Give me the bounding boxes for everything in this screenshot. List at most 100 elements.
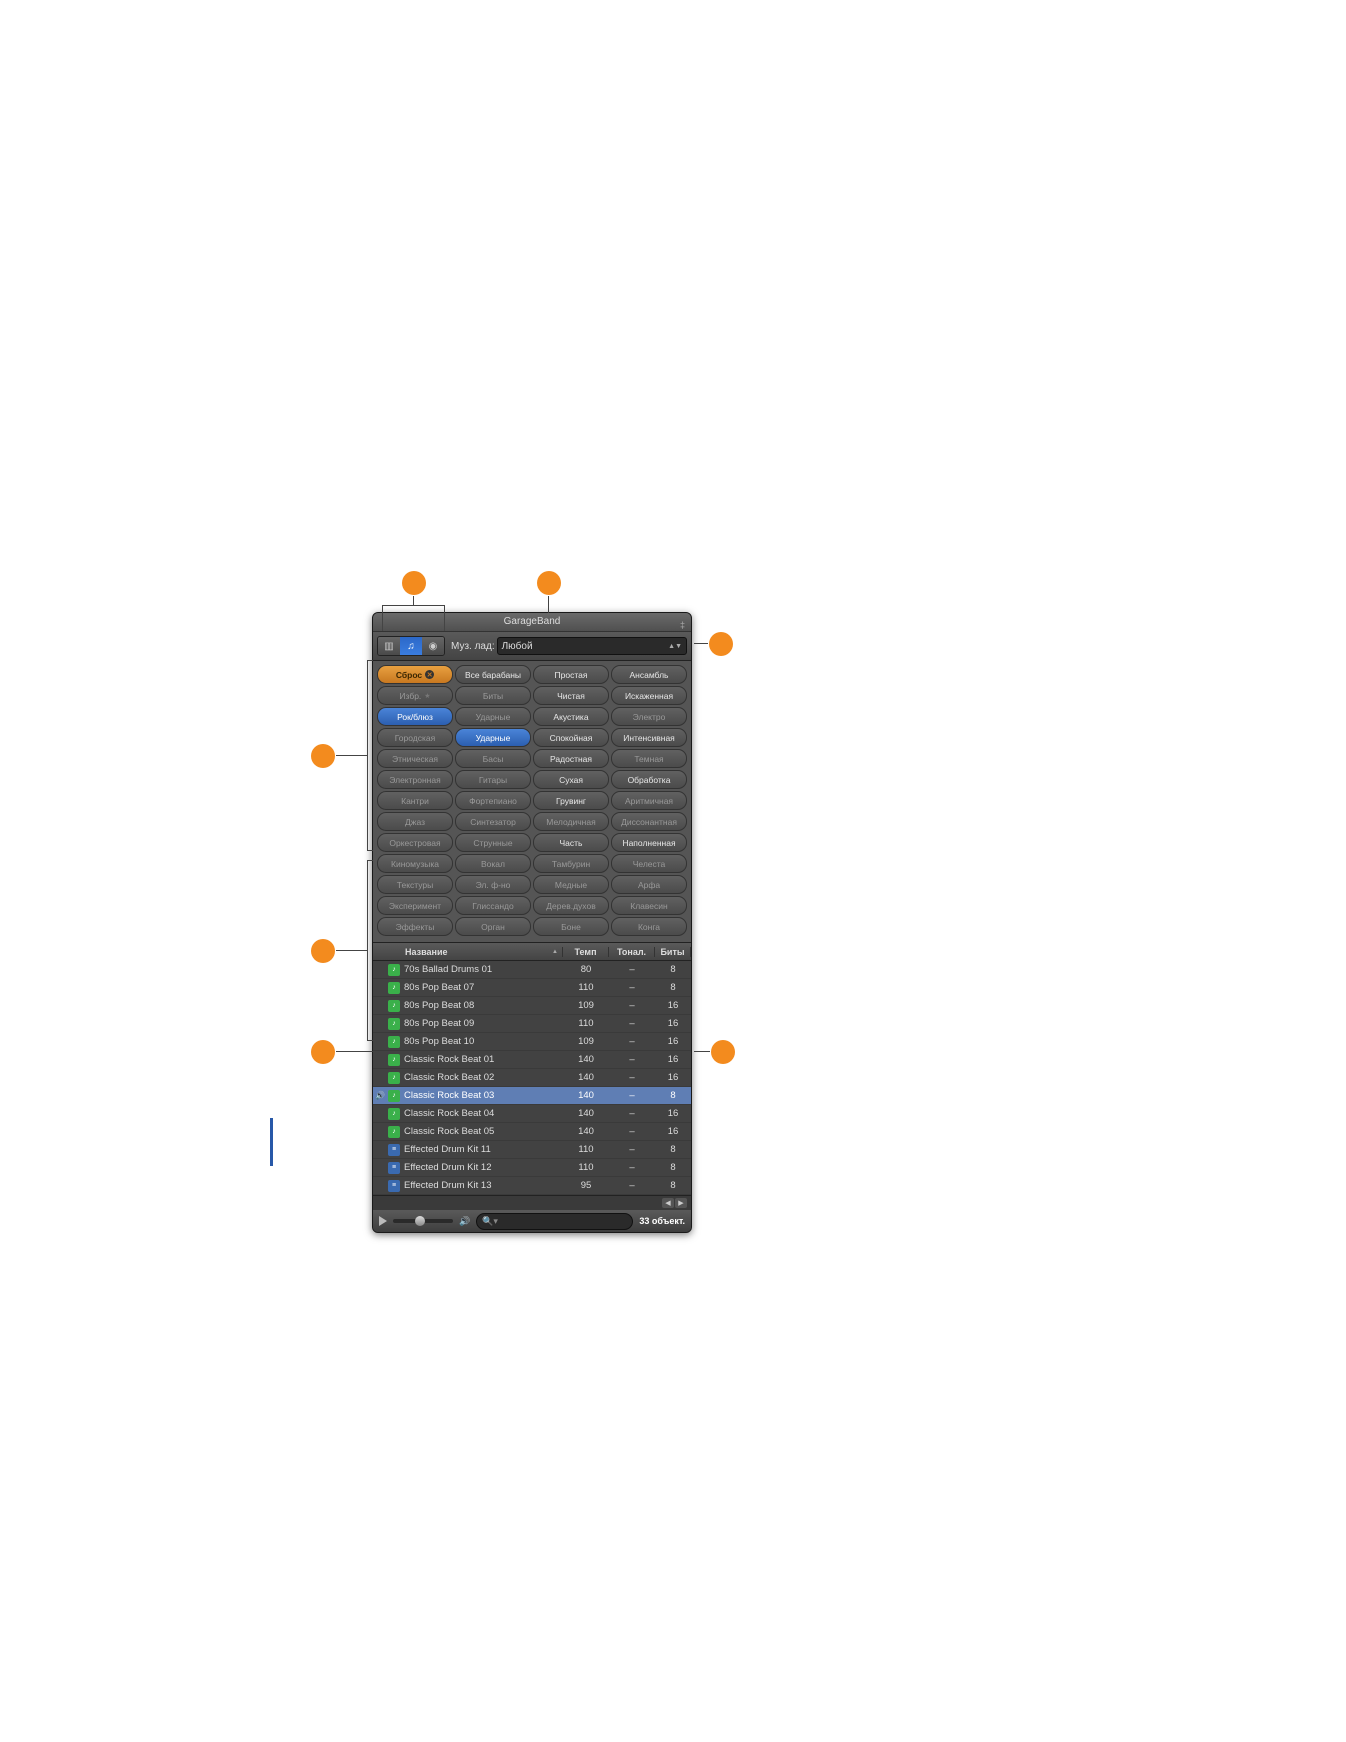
horizontal-scrollbar[interactable]: ◀ ▶ <box>373 1195 691 1210</box>
scale-dropdown[interactable]: Любой ▲▼ <box>497 637 687 655</box>
loop-tempo: 110 <box>563 1018 609 1029</box>
tag-аритмичная[interactable]: Аритмичная <box>611 791 687 810</box>
tag-спокойная[interactable]: Спокойная <box>533 728 609 747</box>
loop-key: – <box>609 1144 655 1155</box>
loop-beats: 16 <box>655 1018 691 1029</box>
tag-эл-ф-но[interactable]: Эл. ф-но <box>455 875 531 894</box>
tag-эффекты[interactable]: Эффекты <box>377 917 453 936</box>
tag-фортепиано[interactable]: Фортепиано <box>455 791 531 810</box>
tag-орган[interactable]: Орган <box>455 917 531 936</box>
callout-line <box>382 605 383 631</box>
tag-электронная[interactable]: Электронная <box>377 770 453 789</box>
tag-басы[interactable]: Басы <box>455 749 531 768</box>
tag-биты[interactable]: Биты <box>455 686 531 705</box>
tag-глиссандо[interactable]: Глиссандо <box>455 896 531 915</box>
loop-row[interactable]: ♪80s Pop Beat 09110–16 <box>373 1015 691 1033</box>
tag-ударные[interactable]: Ударные <box>455 728 531 747</box>
tag-сухая[interactable]: Сухая <box>533 770 609 789</box>
speaker-icon: 🔊 <box>459 1216 470 1227</box>
tag-акустика[interactable]: Акустика <box>533 707 609 726</box>
column-name[interactable]: Название ▲ <box>401 947 563 957</box>
scroll-left-icon[interactable]: ◀ <box>662 1198 674 1208</box>
tag-ударные[interactable]: Ударные <box>455 707 531 726</box>
loop-row[interactable]: ♪Classic Rock Beat 02140–16 <box>373 1069 691 1087</box>
tag-джаз[interactable]: Джаз <box>377 812 453 831</box>
volume-knob[interactable] <box>415 1216 425 1226</box>
podcast-view-button[interactable]: ◉ <box>422 637 444 655</box>
loop-row[interactable]: ♪80s Pop Beat 07110–8 <box>373 979 691 997</box>
callout-dot <box>311 744 335 768</box>
loop-row[interactable]: ♪Classic Rock Beat 04140–16 <box>373 1105 691 1123</box>
search-field[interactable]: 🔍▾ <box>476 1213 633 1230</box>
tag-кантри[interactable]: Кантри <box>377 791 453 810</box>
tag-чистая[interactable]: Чистая <box>533 686 609 705</box>
tag-оркестровая[interactable]: Оркестровая <box>377 833 453 852</box>
settings-dropdown-icon[interactable]: ‡ <box>680 616 685 634</box>
tag-конга[interactable]: Конга <box>611 917 687 936</box>
scroll-right-icon[interactable]: ▶ <box>675 1198 687 1208</box>
loop-name: Effected Drum Kit 13 <box>401 1180 563 1191</box>
loop-beats: 8 <box>655 1180 691 1191</box>
tag-тамбурин[interactable]: Тамбурин <box>533 854 609 873</box>
loop-tempo: 140 <box>563 1054 609 1065</box>
blue-marker <box>270 1118 273 1166</box>
tag-радостная[interactable]: Радостная <box>533 749 609 768</box>
tag-струнные[interactable]: Струнные <box>455 833 531 852</box>
tag-арфа[interactable]: Арфа <box>611 875 687 894</box>
tag-диссонантная[interactable]: Диссонантная <box>611 812 687 831</box>
favorite-cell[interactable]: 🔊 <box>373 1091 387 1100</box>
tag-боне[interactable]: Боне <box>533 917 609 936</box>
tag-темная[interactable]: Темная <box>611 749 687 768</box>
tag-текстуры[interactable]: Текстуры <box>377 875 453 894</box>
tag-часть[interactable]: Часть <box>533 833 609 852</box>
column-key[interactable]: Тонал. <box>609 947 655 957</box>
loop-row[interactable]: ≡Effected Drum Kit 11110–8 <box>373 1141 691 1159</box>
loop-row[interactable]: ♪80s Pop Beat 08109–16 <box>373 997 691 1015</box>
column-view-button[interactable]: ▥ <box>378 637 400 655</box>
loop-row[interactable]: ♪Classic Rock Beat 05140–16 <box>373 1123 691 1141</box>
tag-все-барабаны[interactable]: Все барабаны <box>455 665 531 684</box>
button-view-button[interactable]: ♫ <box>400 637 422 655</box>
callout-line <box>694 643 708 644</box>
tag-клавесин[interactable]: Клавесин <box>611 896 687 915</box>
software-loop-icon: ♪ <box>388 1036 400 1048</box>
tag-грувинг[interactable]: Грувинг <box>533 791 609 810</box>
tag-мелодичная[interactable]: Мелодичная <box>533 812 609 831</box>
tag-гитары[interactable]: Гитары <box>455 770 531 789</box>
tag-вокал[interactable]: Вокал <box>455 854 531 873</box>
loop-key: – <box>609 1018 655 1029</box>
tag-челеста[interactable]: Челеста <box>611 854 687 873</box>
loop-row[interactable]: ≡Effected Drum Kit 12110–8 <box>373 1159 691 1177</box>
loop-beats: 16 <box>655 1072 691 1083</box>
tag-городская[interactable]: Городская <box>377 728 453 747</box>
tag-медные[interactable]: Медные <box>533 875 609 894</box>
tag-дерев-духов[interactable]: Дерев.духов <box>533 896 609 915</box>
volume-slider[interactable] <box>393 1219 453 1223</box>
loop-row[interactable]: ♪80s Pop Beat 10109–16 <box>373 1033 691 1051</box>
software-loop-icon: ♪ <box>388 982 400 994</box>
loop-row[interactable]: ♪70s Ballad Drums 0180–8 <box>373 961 691 979</box>
loop-row[interactable]: 🔊♪Classic Rock Beat 03140–8 <box>373 1087 691 1105</box>
loop-row[interactable]: ≡Effected Drum Kit 1395–8 <box>373 1177 691 1195</box>
tag-искаженная[interactable]: Искаженная <box>611 686 687 705</box>
tag-киномузыка[interactable]: Киномузыка <box>377 854 453 873</box>
tag-ансамбль[interactable]: Ансамбль <box>611 665 687 684</box>
column-beats[interactable]: Биты <box>655 947 691 957</box>
tag-простая[interactable]: Простая <box>533 665 609 684</box>
loop-key: – <box>609 1108 655 1119</box>
tag-обработка[interactable]: Обработка <box>611 770 687 789</box>
tag-избр-[interactable]: Избр.★ <box>377 686 453 705</box>
loop-key: – <box>609 1000 655 1011</box>
tag-электро[interactable]: Электро <box>611 707 687 726</box>
play-button[interactable] <box>379 1216 387 1226</box>
column-tempo[interactable]: Темп <box>563 947 609 957</box>
loop-row[interactable]: ♪Classic Rock Beat 01140–16 <box>373 1051 691 1069</box>
callout-line <box>382 605 444 606</box>
tag-этническая[interactable]: Этническая <box>377 749 453 768</box>
tag-эксперимент[interactable]: Эксперимент <box>377 896 453 915</box>
tag-сброс[interactable]: Сброс✕ <box>377 665 453 684</box>
tag-интенсивная[interactable]: Интенсивная <box>611 728 687 747</box>
tag-синтезатор[interactable]: Синтезатор <box>455 812 531 831</box>
tag-наполненная[interactable]: Наполненная <box>611 833 687 852</box>
tag-рок-блюз[interactable]: Рок/блюз <box>377 707 453 726</box>
